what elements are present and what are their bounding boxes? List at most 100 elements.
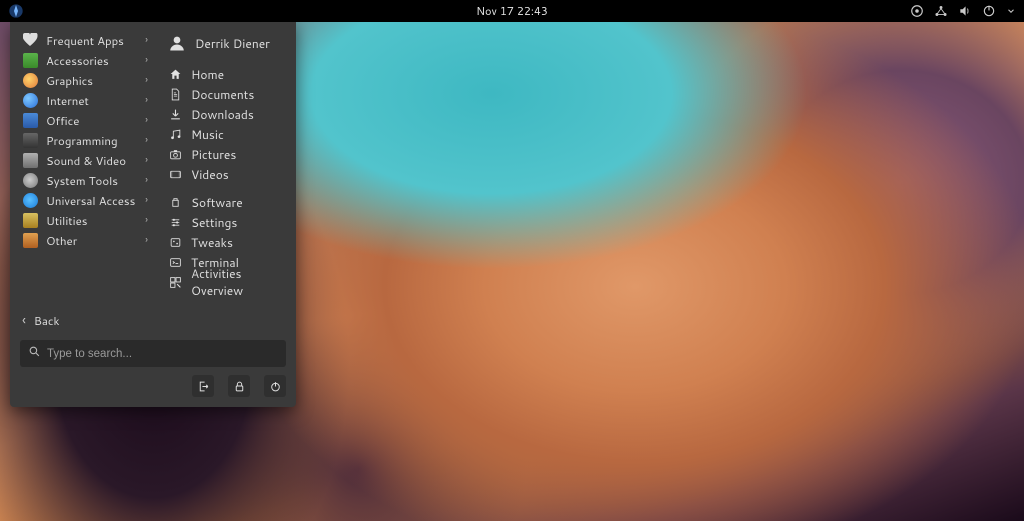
place-documents[interactable]: Documents — [158, 84, 296, 104]
system-tools-icon — [22, 172, 38, 188]
place-videos[interactable]: Videos — [158, 164, 296, 184]
place-label: Music — [191, 126, 224, 143]
shortcut-tweaks[interactable]: Tweaks — [158, 232, 296, 252]
network-icon[interactable] — [934, 4, 948, 18]
place-music[interactable]: Music — [158, 124, 296, 144]
graphics-icon — [22, 72, 38, 88]
download-icon — [168, 107, 182, 121]
back-button[interactable]: ‹ Back — [20, 306, 286, 340]
category-label: Programming — [46, 132, 137, 149]
place-home[interactable]: Home — [158, 64, 296, 84]
chevron-right-icon: › — [145, 73, 148, 87]
place-label: Home — [191, 66, 224, 83]
chevron-right-icon: › — [145, 153, 148, 167]
chevron-right-icon: › — [145, 213, 148, 227]
category-label: Frequent Apps — [46, 32, 137, 49]
shortcut-label: Settings — [191, 214, 237, 231]
shortcut-settings[interactable]: Settings — [158, 212, 296, 232]
tray-app-icon[interactable] — [910, 4, 924, 18]
user-account[interactable]: Derrik Diener — [158, 30, 296, 56]
shortcut-label: Tweaks — [191, 234, 233, 251]
chevron-right-icon: › — [145, 53, 148, 67]
search-icon — [28, 345, 41, 362]
top-bar: Nov 17 22:43 — [0, 0, 1024, 22]
chevron-right-icon: › — [145, 33, 148, 47]
lock-button[interactable] — [228, 375, 250, 397]
chevron-right-icon: › — [145, 133, 148, 147]
utilities-icon — [22, 212, 38, 228]
video-icon — [168, 167, 182, 181]
category-other[interactable]: Other › — [10, 230, 158, 250]
chevron-right-icon: › — [145, 233, 148, 247]
session-actions — [10, 373, 296, 407]
shortcut-software[interactable]: Software — [158, 192, 296, 212]
activities-icon — [168, 275, 182, 289]
other-icon — [22, 232, 38, 248]
tweaks-icon — [168, 235, 182, 249]
universal-access-icon — [22, 192, 38, 208]
document-icon — [168, 87, 182, 101]
volume-icon[interactable] — [958, 4, 972, 18]
menu-places-column: Derrik Diener Home Documents Downloads M… — [158, 22, 296, 296]
category-label: Internet — [46, 92, 137, 109]
avatar-icon — [168, 34, 186, 52]
internet-icon — [22, 92, 38, 108]
category-accessories[interactable]: Accessories › — [10, 50, 158, 70]
chevron-right-icon: › — [145, 93, 148, 107]
user-name-label: Derrik Diener — [195, 35, 270, 52]
category-label: Graphics — [46, 72, 137, 89]
heart-icon — [22, 32, 38, 48]
category-utilities[interactable]: Utilities › — [10, 210, 158, 230]
category-system-tools[interactable]: System Tools › — [10, 170, 158, 190]
chevron-left-icon: ‹ — [22, 310, 26, 330]
sound-video-icon — [22, 152, 38, 168]
settings-icon — [168, 215, 182, 229]
category-graphics[interactable]: Graphics › — [10, 70, 158, 90]
software-icon — [168, 195, 182, 209]
clock[interactable]: Nov 17 22:43 — [476, 3, 548, 19]
category-label: Sound & Video — [46, 152, 137, 169]
chevron-right-icon: › — [145, 113, 148, 127]
chevron-right-icon: › — [145, 193, 148, 207]
category-frequent-apps[interactable]: Frequent Apps › — [10, 30, 158, 50]
category-label: Other — [46, 232, 137, 249]
accessories-icon — [22, 52, 38, 68]
shortcut-activities[interactable]: Activities Overview — [158, 272, 296, 292]
search-box[interactable] — [20, 340, 286, 367]
clock-text: Nov 17 22:43 — [476, 3, 548, 19]
power-icon[interactable] — [982, 4, 996, 18]
music-icon — [168, 127, 182, 141]
place-downloads[interactable]: Downloads — [158, 104, 296, 124]
camera-icon — [168, 147, 182, 161]
programming-icon — [22, 132, 38, 148]
place-label: Videos — [191, 166, 229, 183]
shortcut-label: Activities Overview — [191, 265, 286, 299]
category-internet[interactable]: Internet › — [10, 90, 158, 110]
application-menu: Frequent Apps › Accessories › Graphics ›… — [10, 22, 296, 407]
category-label: Universal Access — [46, 192, 137, 209]
home-icon — [168, 67, 182, 81]
category-label: System Tools — [46, 172, 137, 189]
logout-button[interactable] — [192, 375, 214, 397]
category-label: Accessories — [46, 52, 137, 69]
search-input[interactable] — [47, 348, 278, 360]
chevron-right-icon: › — [145, 173, 148, 187]
back-label: Back — [34, 312, 60, 329]
category-office[interactable]: Office › — [10, 110, 158, 130]
place-pictures[interactable]: Pictures — [158, 144, 296, 164]
category-universal-access[interactable]: Universal Access › — [10, 190, 158, 210]
place-label: Pictures — [191, 146, 236, 163]
category-sound-video[interactable]: Sound & Video › — [10, 150, 158, 170]
power-button[interactable] — [264, 375, 286, 397]
chevron-down-icon[interactable] — [1006, 4, 1016, 18]
terminal-icon — [168, 255, 182, 269]
shortcut-label: Software — [191, 194, 243, 211]
category-programming[interactable]: Programming › — [10, 130, 158, 150]
place-label: Documents — [191, 86, 254, 103]
office-icon — [22, 112, 38, 128]
category-label: Utilities — [46, 212, 137, 229]
menu-categories-column: Frequent Apps › Accessories › Graphics ›… — [10, 22, 158, 296]
place-label: Downloads — [191, 106, 254, 123]
category-label: Office — [46, 112, 137, 129]
activities-logo-icon[interactable] — [8, 3, 24, 19]
